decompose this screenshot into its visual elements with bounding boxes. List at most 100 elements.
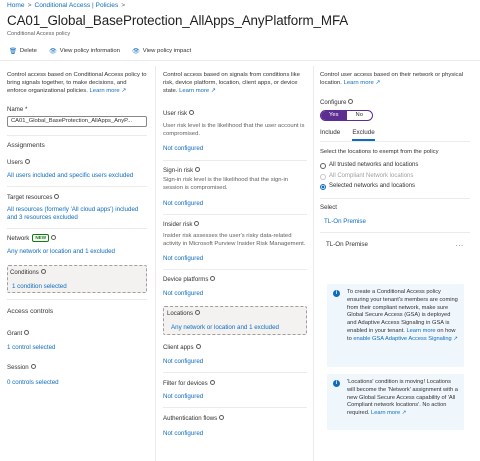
divider bbox=[163, 269, 307, 271]
option-trusted[interactable]: All trusted networks and locations bbox=[320, 162, 470, 170]
insider-risk-label-text: Insider risk bbox=[163, 221, 193, 229]
session-value-link[interactable]: 0 controls selected bbox=[7, 379, 147, 387]
breadcrumb: Home > Conditional Access | Policies > bbox=[7, 2, 128, 11]
divider bbox=[320, 198, 470, 200]
middle-column: Control access based on signals from con… bbox=[163, 72, 307, 438]
divider bbox=[7, 186, 147, 188]
page-subtitle: Conditional Access policy bbox=[7, 31, 71, 37]
conditions-value-link[interactable]: 1 condition selected bbox=[10, 283, 144, 291]
view-policy-impact-button[interactable]: 👁 View policy impact bbox=[132, 48, 191, 56]
option-compliant-label: All Compliant Network locations bbox=[329, 172, 414, 179]
user-risk-label-text: User risk bbox=[163, 109, 188, 117]
view-impact-label: View policy impact bbox=[142, 48, 192, 55]
option-compliant: All Compliant Network locations bbox=[320, 173, 470, 181]
option-selected[interactable]: Selected networks and locations bbox=[320, 183, 470, 191]
toggle-no[interactable]: No bbox=[347, 111, 373, 120]
include-exclude-tabs: Include Exclude bbox=[320, 129, 470, 142]
users-value-link[interactable]: All users included and specific users ex… bbox=[7, 172, 147, 180]
conditions-label-text: Conditions bbox=[10, 269, 39, 277]
info-icon bbox=[348, 98, 354, 104]
breadcrumb-home[interactable]: Home bbox=[7, 2, 25, 9]
auth-flows-label: Authentication flows bbox=[163, 415, 307, 423]
assignments-header: Assignments bbox=[7, 141, 45, 149]
info-icon bbox=[209, 380, 215, 386]
enable-gsa-link[interactable]: enable GSA Adaptive Access Signaling bbox=[353, 336, 451, 342]
device-platforms-value-link[interactable]: Not configured bbox=[163, 290, 307, 298]
tab-include[interactable]: Include bbox=[320, 129, 340, 141]
locations-value-link[interactable]: Any network or location and 1 excluded bbox=[167, 324, 303, 332]
client-apps-section: Client apps Not configured bbox=[163, 344, 307, 366]
toolbar-divider bbox=[0, 60, 480, 61]
filter-devices-section: Filter for devices Not configured bbox=[163, 380, 307, 401]
network-value-link[interactable]: Any network or location and 1 excluded bbox=[7, 248, 147, 256]
locations-section[interactable]: Locations Any network or location and 1 … bbox=[163, 306, 307, 336]
breadcrumb-separator: > bbox=[121, 2, 126, 9]
conditions-section[interactable]: Conditions 1 condition selected bbox=[7, 265, 147, 294]
external-link-icon: ↗ bbox=[400, 410, 407, 416]
signin-risk-label: Sign-in risk bbox=[163, 166, 307, 175]
client-apps-label: Client apps bbox=[163, 344, 307, 352]
info-icon bbox=[189, 109, 195, 115]
divider bbox=[163, 159, 307, 161]
info-icon bbox=[195, 344, 201, 350]
eye-icon: 👁 bbox=[131, 48, 140, 55]
divider bbox=[163, 372, 307, 374]
grant-label-text: Grant bbox=[7, 329, 23, 337]
signin-risk-label-text: Sign-in risk bbox=[163, 166, 194, 174]
auth-flows-section: Authentication flows Not configured bbox=[163, 415, 307, 438]
left-learn-more-link[interactable]: Learn more bbox=[90, 88, 120, 94]
right-intro-text: Control user access based on their netwo… bbox=[320, 72, 464, 86]
user-risk-value-link[interactable]: Not configured bbox=[163, 145, 307, 153]
locations-label-text: Locations bbox=[167, 310, 194, 318]
info2-learn-more-link[interactable]: Learn more bbox=[371, 410, 400, 416]
eye-icon: 👁 bbox=[48, 48, 57, 55]
auth-flows-value-link[interactable]: Not configured bbox=[163, 430, 307, 438]
left-intro: Control access based on Conditional Acce… bbox=[7, 72, 147, 96]
insider-risk-value-link[interactable]: Not configured bbox=[163, 255, 307, 263]
filter-devices-label: Filter for devices bbox=[163, 380, 307, 388]
column-divider bbox=[313, 66, 314, 461]
toggle-yes[interactable]: Yes bbox=[321, 110, 347, 120]
configure-label: Configure bbox=[320, 98, 470, 107]
select-locations-link[interactable]: TL-On Premise bbox=[320, 218, 470, 226]
breadcrumb-policies[interactable]: Conditional Access | Policies bbox=[34, 2, 118, 9]
users-section: Users All users included and specific us… bbox=[7, 159, 147, 180]
info-icon bbox=[51, 235, 57, 241]
tab-exclude[interactable]: Exclude bbox=[352, 129, 375, 141]
signin-risk-value-link[interactable]: Not configured bbox=[163, 200, 307, 208]
external-link-icon: ↗ bbox=[119, 87, 127, 94]
target-resources-value-link[interactable]: All resources (formerly 'All cloud apps'… bbox=[7, 206, 147, 222]
info-icon bbox=[24, 329, 30, 335]
session-label-text: Session bbox=[7, 363, 29, 371]
policy-name-input[interactable]: CA01_Global_BaseProtection_AllApps_AnyP.… bbox=[7, 115, 147, 127]
middle-learn-more-link[interactable]: Learn more bbox=[179, 88, 209, 94]
delete-button[interactable]: 🗑 Delete bbox=[9, 48, 37, 56]
location-item-name: TL-On Premise bbox=[326, 241, 368, 249]
signin-risk-description: Sign-in risk level is the likelihood tha… bbox=[163, 177, 289, 192]
more-options-icon[interactable]: ... bbox=[456, 241, 464, 249]
target-resources-label: Target resources bbox=[7, 194, 147, 202]
view-info-label: View policy information bbox=[59, 48, 120, 55]
client-apps-value-link[interactable]: Not configured bbox=[163, 358, 307, 366]
radio-icon bbox=[320, 162, 326, 169]
grant-value-link[interactable]: 1 control selected bbox=[7, 344, 147, 352]
view-policy-information-button[interactable]: 👁 View policy information bbox=[49, 48, 120, 56]
filter-devices-value-link[interactable]: Not configured bbox=[163, 393, 307, 401]
target-resources-section: Target resources All resources (formerly… bbox=[7, 194, 147, 222]
right-learn-more-link[interactable]: Learn more bbox=[344, 80, 374, 86]
select-label: Select bbox=[320, 204, 337, 212]
conditions-label: Conditions bbox=[10, 269, 144, 277]
grant-section: Grant 1 control selected bbox=[7, 329, 147, 352]
insider-risk-label: Insider risk bbox=[163, 221, 307, 229]
user-risk-label: User risk bbox=[163, 109, 307, 118]
locations-moving-info-box: i 'Locations' condition is moving! Locat… bbox=[327, 374, 464, 430]
divider bbox=[7, 228, 147, 230]
client-apps-label-text: Client apps bbox=[163, 344, 194, 352]
configure-toggle[interactable]: Yes No bbox=[320, 109, 373, 121]
info1-learn-more-link[interactable]: Learn more bbox=[406, 328, 435, 334]
network-label: Network NEW bbox=[7, 234, 147, 243]
target-label-text: Target resources bbox=[7, 194, 53, 202]
selected-location-item: TL-On Premise ... bbox=[320, 241, 470, 249]
signin-risk-section: Sign-in risk Sign-in risk level is the l… bbox=[163, 166, 307, 209]
left-column: Control access based on Conditional Acce… bbox=[7, 72, 147, 387]
